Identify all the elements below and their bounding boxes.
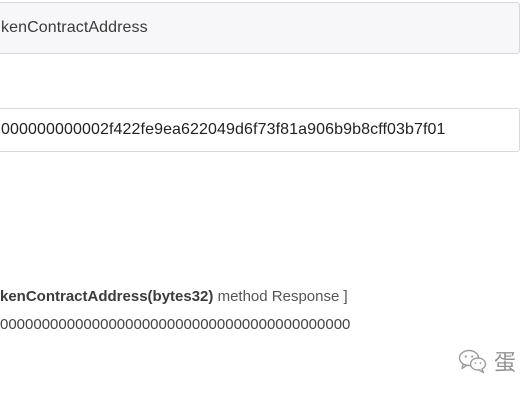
response-value: 0000000000000000000000000000000000000000… [0,316,351,333]
response-heading-suffix: method Response ] [213,288,348,305]
watermark-text: 蛋 [494,351,517,376]
parameter-input[interactable]: 000000000002f422fe9ea622049d6f73f81a906b… [0,108,520,152]
response-method-signature: kenContractAddress(bytes32) [0,288,214,305]
watermark: 蛋 [458,345,516,377]
response-heading: kenContractAddress(bytes32) method Respo… [0,288,348,305]
wechat-icon [458,348,488,374]
method-name-field[interactable]: kenContractAddress [0,2,520,54]
